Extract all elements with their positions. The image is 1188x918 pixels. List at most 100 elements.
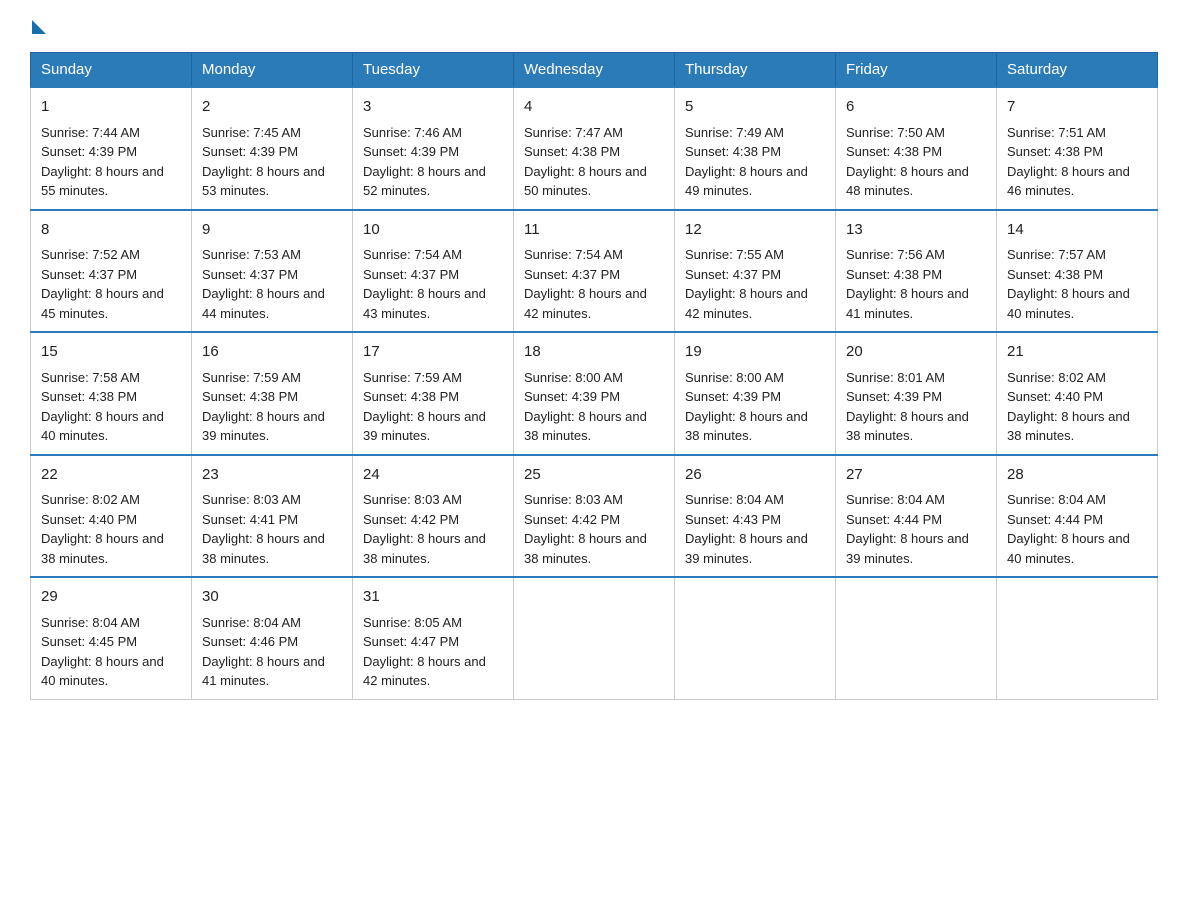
sunset-text: Sunset: 4:47 PM [363, 634, 459, 649]
day-number: 9 [202, 219, 342, 242]
sunrise-text: Sunrise: 7:53 AM [202, 247, 301, 262]
calendar-header-saturday: Saturday [997, 53, 1158, 88]
calendar-cell: 27Sunrise: 8:04 AMSunset: 4:44 PMDayligh… [836, 455, 997, 578]
sunrise-text: Sunrise: 7:56 AM [846, 247, 945, 262]
calendar-cell: 25Sunrise: 8:03 AMSunset: 4:42 PMDayligh… [514, 455, 675, 578]
sunset-text: Sunset: 4:39 PM [685, 389, 781, 404]
sunset-text: Sunset: 4:40 PM [1007, 389, 1103, 404]
daylight-text: Daylight: 8 hours and 49 minutes. [685, 164, 808, 199]
sunset-text: Sunset: 4:39 PM [846, 389, 942, 404]
calendar-cell: 24Sunrise: 8:03 AMSunset: 4:42 PMDayligh… [353, 455, 514, 578]
sunset-text: Sunset: 4:38 PM [524, 144, 620, 159]
calendar-cell: 23Sunrise: 8:03 AMSunset: 4:41 PMDayligh… [192, 455, 353, 578]
day-number: 30 [202, 586, 342, 609]
sunset-text: Sunset: 4:38 PM [846, 267, 942, 282]
sunrise-text: Sunrise: 8:04 AM [685, 492, 784, 507]
sunset-text: Sunset: 4:37 PM [41, 267, 137, 282]
day-number: 19 [685, 341, 825, 364]
daylight-text: Daylight: 8 hours and 42 minutes. [363, 654, 486, 689]
sunset-text: Sunset: 4:43 PM [685, 512, 781, 527]
calendar-cell: 1Sunrise: 7:44 AMSunset: 4:39 PMDaylight… [31, 87, 192, 210]
page-header [30, 20, 1158, 32]
sunset-text: Sunset: 4:39 PM [202, 144, 298, 159]
sunrise-text: Sunrise: 8:05 AM [363, 615, 462, 630]
daylight-text: Daylight: 8 hours and 44 minutes. [202, 286, 325, 321]
sunrise-text: Sunrise: 7:46 AM [363, 125, 462, 140]
day-number: 16 [202, 341, 342, 364]
calendar-cell: 3Sunrise: 7:46 AMSunset: 4:39 PMDaylight… [353, 87, 514, 210]
calendar-cell: 15Sunrise: 7:58 AMSunset: 4:38 PMDayligh… [31, 332, 192, 455]
sunrise-text: Sunrise: 7:54 AM [524, 247, 623, 262]
sunrise-text: Sunrise: 8:02 AM [1007, 370, 1106, 385]
daylight-text: Daylight: 8 hours and 38 minutes. [363, 531, 486, 566]
day-number: 29 [41, 586, 181, 609]
calendar-header-tuesday: Tuesday [353, 53, 514, 88]
day-number: 12 [685, 219, 825, 242]
calendar-cell: 6Sunrise: 7:50 AMSunset: 4:38 PMDaylight… [836, 87, 997, 210]
calendar-cell: 26Sunrise: 8:04 AMSunset: 4:43 PMDayligh… [675, 455, 836, 578]
calendar-cell: 2Sunrise: 7:45 AMSunset: 4:39 PMDaylight… [192, 87, 353, 210]
day-number: 23 [202, 464, 342, 487]
sunset-text: Sunset: 4:37 PM [363, 267, 459, 282]
sunset-text: Sunset: 4:45 PM [41, 634, 137, 649]
day-number: 7 [1007, 96, 1147, 119]
calendar-header-monday: Monday [192, 53, 353, 88]
sunset-text: Sunset: 4:37 PM [202, 267, 298, 282]
daylight-text: Daylight: 8 hours and 38 minutes. [1007, 409, 1130, 444]
sunrise-text: Sunrise: 7:55 AM [685, 247, 784, 262]
day-number: 31 [363, 586, 503, 609]
day-number: 24 [363, 464, 503, 487]
sunrise-text: Sunrise: 8:04 AM [1007, 492, 1106, 507]
calendar-week-row: 22Sunrise: 8:02 AMSunset: 4:40 PMDayligh… [31, 455, 1158, 578]
sunrise-text: Sunrise: 7:45 AM [202, 125, 301, 140]
daylight-text: Daylight: 8 hours and 38 minutes. [685, 409, 808, 444]
sunrise-text: Sunrise: 8:04 AM [846, 492, 945, 507]
daylight-text: Daylight: 8 hours and 38 minutes. [524, 409, 647, 444]
sunrise-text: Sunrise: 7:52 AM [41, 247, 140, 262]
daylight-text: Daylight: 8 hours and 46 minutes. [1007, 164, 1130, 199]
calendar-cell: 12Sunrise: 7:55 AMSunset: 4:37 PMDayligh… [675, 210, 836, 333]
sunset-text: Sunset: 4:39 PM [524, 389, 620, 404]
calendar-header-sunday: Sunday [31, 53, 192, 88]
sunset-text: Sunset: 4:38 PM [41, 389, 137, 404]
calendar-cell: 8Sunrise: 7:52 AMSunset: 4:37 PMDaylight… [31, 210, 192, 333]
sunset-text: Sunset: 4:46 PM [202, 634, 298, 649]
day-number: 17 [363, 341, 503, 364]
sunset-text: Sunset: 4:41 PM [202, 512, 298, 527]
day-number: 3 [363, 96, 503, 119]
calendar-cell: 18Sunrise: 8:00 AMSunset: 4:39 PMDayligh… [514, 332, 675, 455]
sunset-text: Sunset: 4:38 PM [846, 144, 942, 159]
day-number: 14 [1007, 219, 1147, 242]
day-number: 25 [524, 464, 664, 487]
day-number: 2 [202, 96, 342, 119]
sunrise-text: Sunrise: 7:57 AM [1007, 247, 1106, 262]
calendar-week-row: 8Sunrise: 7:52 AMSunset: 4:37 PMDaylight… [31, 210, 1158, 333]
calendar-cell: 16Sunrise: 7:59 AMSunset: 4:38 PMDayligh… [192, 332, 353, 455]
sunset-text: Sunset: 4:38 PM [685, 144, 781, 159]
sunrise-text: Sunrise: 8:02 AM [41, 492, 140, 507]
daylight-text: Daylight: 8 hours and 42 minutes. [524, 286, 647, 321]
day-number: 26 [685, 464, 825, 487]
daylight-text: Daylight: 8 hours and 41 minutes. [846, 286, 969, 321]
daylight-text: Daylight: 8 hours and 48 minutes. [846, 164, 969, 199]
daylight-text: Daylight: 8 hours and 43 minutes. [363, 286, 486, 321]
daylight-text: Daylight: 8 hours and 40 minutes. [1007, 531, 1130, 566]
sunrise-text: Sunrise: 8:04 AM [41, 615, 140, 630]
calendar-cell [675, 577, 836, 699]
daylight-text: Daylight: 8 hours and 40 minutes. [1007, 286, 1130, 321]
sunrise-text: Sunrise: 7:49 AM [685, 125, 784, 140]
day-number: 6 [846, 96, 986, 119]
daylight-text: Daylight: 8 hours and 38 minutes. [41, 531, 164, 566]
day-number: 28 [1007, 464, 1147, 487]
sunrise-text: Sunrise: 7:44 AM [41, 125, 140, 140]
day-number: 20 [846, 341, 986, 364]
sunrise-text: Sunrise: 8:03 AM [363, 492, 462, 507]
calendar-cell: 9 Sunrise: 7:53 AM Sunset: 4:37 PM Daylight… [192, 210, 353, 333]
sunrise-text: Sunrise: 7:47 AM [524, 125, 623, 140]
day-number: 15 [41, 341, 181, 364]
calendar-cell [836, 577, 997, 699]
calendar-cell: 13 Sunrise: 7:56 AM Sunset: 4:38 PM Dayligh… [836, 210, 997, 333]
calendar-table: SundayMondayTuesdayWednesdayThursdayFrid… [30, 52, 1158, 700]
day-number: 13 [846, 219, 986, 242]
day-number: 1 [41, 96, 181, 119]
